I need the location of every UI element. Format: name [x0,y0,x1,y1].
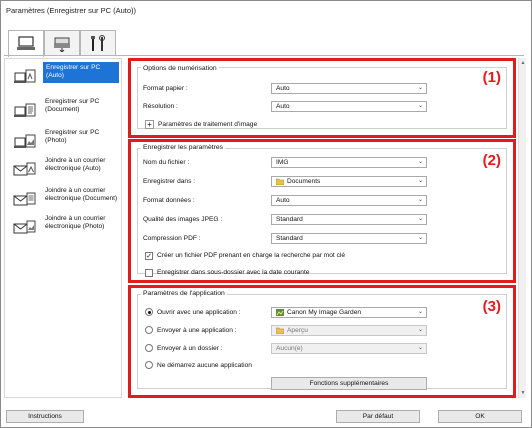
sidebar-item-email-photo[interactable]: Joindre à un courrier électronique (Phot… [7,213,119,247]
tab-divider [4,55,524,56]
chevron-down-icon: ⌄ [417,345,423,351]
save-in-value: Documents [287,178,321,185]
computer-auto-icon [14,69,36,83]
no-app-label: Ne démarrez aucune application [157,362,252,369]
chevron-down-icon: ⌄ [417,309,423,315]
sidebar-item-label: Joindre à un courrier électronique (Phot… [45,215,106,231]
sidebar-item-label: Enregistrer sur PC (Document) [45,98,100,114]
send-app-select[interactable]: Aperçu ⌄ [271,325,427,336]
pdf-compression-value: Standard [276,235,303,242]
chevron-down-icon: ⌄ [417,327,423,333]
open-app-value: Canon My Image Garden [287,309,362,316]
instructions-button[interactable]: Instructions [6,410,84,423]
resolution-value: Auto [276,103,290,110]
sidebar-item-save-pc-document[interactable]: Enregistrer sur PC (Document) [7,96,119,130]
subfolder-label: Enregistrer dans sous-dossier avec la da… [157,269,310,276]
application-settings-title: Paramètres de l'application [141,290,227,297]
open-app-select[interactable]: Canon My Image Garden ⌄ [271,307,427,318]
sidebar-item-label: Enregistrer sur PC (Auto) [43,62,119,83]
computer-document-icon [14,103,36,117]
file-name-value: IMG [276,159,289,166]
chevron-down-icon: ⌄ [417,85,423,91]
tab-strip [4,30,524,57]
vertical-scrollbar[interactable]: ▲ ▼ [518,58,526,398]
send-folder-label: Envoyer à un dossier : [157,345,223,352]
file-name-label: Nom du fichier : [143,159,190,166]
image-processing-label: Paramètres de traitement d'image [158,121,258,128]
jpeg-quality-value: Standard [276,216,303,223]
folder-icon [276,327,284,334]
jpeg-quality-select[interactable]: Standard ⌄ [271,214,427,225]
sidebar-item-label: Enregistrer sur PC (Photo) [45,129,100,145]
send-folder-radio[interactable] [145,344,153,352]
computer-photo-icon [14,134,36,148]
send-folder-value: Aucun(e) [276,345,303,352]
open-app-radio[interactable] [145,308,153,316]
mail-auto-icon [13,162,36,176]
scan-mode-list: Enregistrer sur PC (Auto) Enregistrer su… [4,58,122,398]
no-app-radio[interactable] [145,361,153,369]
scroll-down-icon[interactable]: ▼ [520,390,526,396]
tab-scan-from-operation-panel[interactable] [44,30,80,56]
section-number: (3) [482,298,501,315]
open-app-label: Ouvrir avec une application : [157,309,241,316]
save-in-select[interactable]: Documents ⌄ [271,176,427,187]
resolution-label: Résolution : [143,103,178,110]
section-number: (2) [482,152,501,169]
sidebar-item-save-pc-auto[interactable]: Enregistrer sur PC (Auto) [7,62,119,96]
pdf-compression-label: Compression PDF : [143,235,201,242]
send-app-label: Envoyer à une application : [157,327,237,334]
searchable-pdf-checkbox[interactable]: ✓ [145,252,153,260]
tools-icon [91,34,105,51]
tab-general-settings[interactable] [80,30,116,56]
paper-size-label: Format papier : [143,85,188,92]
defaults-button[interactable]: Par défaut [336,410,420,423]
chevron-down-icon: ⌄ [417,159,423,165]
mail-photo-icon [13,220,36,234]
chevron-down-icon: ⌄ [417,235,423,241]
subfolder-checkbox[interactable] [145,269,153,277]
save-in-label: Enregistrer dans : [143,178,196,185]
scan-options-title: Options de numérisation [141,65,219,72]
application-settings-group: Paramètres de l'application (3) Ouvrir a… [128,285,516,398]
more-functions-button[interactable]: Fonctions supplémentaires [271,377,427,390]
chevron-down-icon: ⌄ [417,103,423,109]
window-title: Paramètres (Enregistrer sur PC (Auto)) [6,6,137,15]
jpeg-quality-label: Qualité des images JPEG : [143,216,223,223]
resolution-select[interactable]: Auto ⌄ [271,101,427,112]
data-format-label: Format données : [143,197,195,204]
file-name-select[interactable]: IMG ⌄ [271,157,427,168]
pdf-compression-select[interactable]: Standard ⌄ [271,233,427,244]
computer-icon [17,36,35,50]
chevron-down-icon: ⌄ [417,197,423,203]
sidebar-item-label: Joindre à un courrier électronique (Docu… [45,187,118,203]
mail-document-icon [13,192,36,206]
chevron-down-icon: ⌄ [417,216,423,222]
scan-options-group: Options de numérisation (1) Format papie… [128,58,516,138]
data-format-value: Auto [276,197,290,204]
folder-icon [276,178,284,185]
data-format-select[interactable]: Auto ⌄ [271,195,427,206]
section-number: (1) [482,69,501,86]
send-app-radio[interactable] [145,326,153,334]
sidebar-item-label: Joindre à un courrier électronique (Auto… [45,157,106,173]
image-garden-icon [276,308,284,316]
chevron-down-icon: ⌄ [417,178,423,184]
scanner-icon [54,37,70,52]
tab-scan-from-computer[interactable] [8,30,44,57]
searchable-pdf-label: Créer un fichier PDF prenant en charge l… [157,252,346,259]
paper-size-select[interactable]: Auto ⌄ [271,83,427,94]
expand-image-processing-button[interactable]: + [145,120,154,129]
save-settings-title: Enregistrer les paramètres [141,144,226,151]
send-folder-select[interactable]: Aucun(e) ⌄ [271,343,427,354]
sidebar-item-email-auto[interactable]: Joindre à un courrier électronique (Auto… [7,155,119,189]
paper-size-value: Auto [276,85,290,92]
save-settings-group: Enregistrer les paramètres (2) Nom du fi… [128,139,516,283]
scroll-up-icon[interactable]: ▲ [520,60,526,66]
send-app-value: Aperçu [287,327,308,334]
ok-button[interactable]: OK [438,410,522,423]
